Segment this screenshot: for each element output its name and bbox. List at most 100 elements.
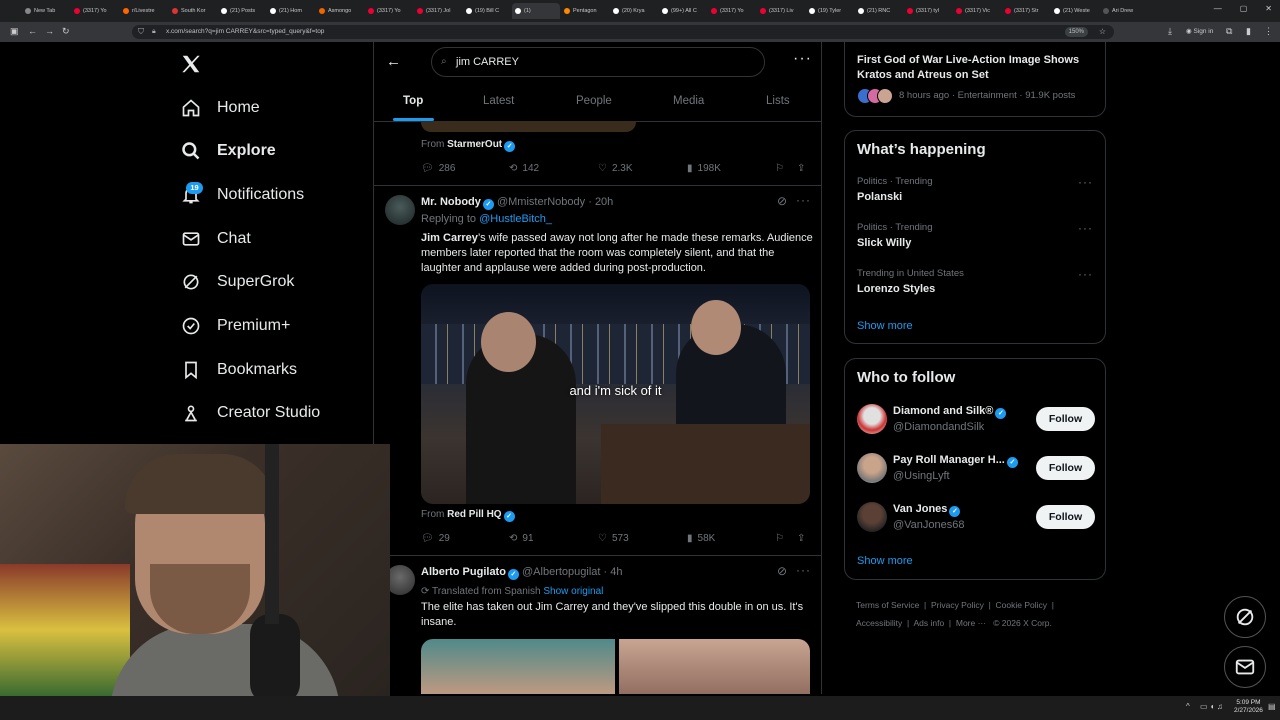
star-icon[interactable]: ☆ xyxy=(1099,25,1106,39)
bookmark-button[interactable]: ⚐ xyxy=(775,163,784,174)
replying-to-link[interactable]: @HustleBitch_ xyxy=(479,213,552,225)
url-field[interactable]: ⛉ 🔒︎ x.com/search?q=jim CARREY&src=typed… xyxy=(132,25,1114,39)
reply-button[interactable]: 💬︎ 29 xyxy=(421,533,450,544)
browser-tab[interactable]: Asmongo xyxy=(316,3,364,19)
follow-button[interactable]: Follow xyxy=(1036,505,1095,529)
browser-tab[interactable]: (21) RNC xyxy=(855,3,903,19)
author-handle[interactable]: @MmisterNobody xyxy=(497,196,585,208)
trend-item[interactable]: Politics · Trending Polanski ··· xyxy=(845,171,1105,215)
show-more-link[interactable]: Show more xyxy=(857,320,913,332)
footer-link[interactable]: Terms of Service xyxy=(856,600,919,610)
tweet-time[interactable]: · 4h xyxy=(604,566,623,578)
news-panel[interactable]: First God of War Live-Action Image Shows… xyxy=(844,42,1106,117)
browser-tab[interactable]: (3317) tyl xyxy=(904,3,952,19)
tweet-media-partial[interactable] xyxy=(421,121,636,132)
browser-tab[interactable]: (19) Tyler xyxy=(806,3,854,19)
browser-tab[interactable]: New Tab xyxy=(22,3,70,19)
bookmark-button[interactable]: ⚐ xyxy=(775,533,784,544)
download-icon[interactable]: ⤓ xyxy=(1168,26,1172,37)
browser-tab[interactable]: South Kor xyxy=(169,3,217,19)
follow-suggestion[interactable]: Van Jones ✓ @VanJones68 Follow xyxy=(845,501,1105,535)
browser-tab[interactable]: (21) Hom xyxy=(267,3,315,19)
trend-more-icon[interactable]: ··· xyxy=(1078,221,1093,235)
back-arrow-icon[interactable]: ← xyxy=(386,53,401,70)
follow-button[interactable]: Follow xyxy=(1036,407,1095,431)
source-name[interactable]: Red Pill HQ xyxy=(447,509,501,520)
tray-icons[interactable]: ▭ ◖ ♫ xyxy=(1200,702,1223,711)
menu-icon[interactable]: ⋮ xyxy=(1264,26,1273,37)
x-logo[interactable] xyxy=(180,53,202,75)
sidebar-item-home[interactable]: Home xyxy=(181,93,260,123)
messages-button[interactable] xyxy=(1224,646,1266,688)
minimize-icon[interactable]: — xyxy=(1214,4,1222,13)
forward-icon[interactable]: → xyxy=(45,26,54,36)
footer-link[interactable]: More ··· xyxy=(956,618,986,628)
maximize-icon[interactable]: ▢ xyxy=(1240,4,1248,13)
views-button[interactable]: ▮ 198K xyxy=(687,163,721,174)
browser-tab[interactable]: (20) Krya xyxy=(610,3,658,19)
sidebar-item-supergrok[interactable]: SuperGrok xyxy=(181,267,294,297)
browser-tab[interactable]: Ari Drew xyxy=(1100,3,1148,19)
sidebar-toggle-icon[interactable]: ▣ xyxy=(10,26,19,37)
reply-button[interactable]: 💬︎ 286 xyxy=(421,163,455,174)
follow-button[interactable]: Follow xyxy=(1036,456,1095,480)
browser-tab[interactable]: (3317) Vic xyxy=(953,3,1001,19)
tweet-time[interactable]: · 20h xyxy=(588,196,613,208)
grok-button[interactable] xyxy=(1224,596,1266,638)
footer-link[interactable]: Ads info xyxy=(913,618,944,628)
sidebar-item-explore[interactable]: Explore xyxy=(181,136,276,166)
browser-tab[interactable]: (99+) All C xyxy=(659,3,707,19)
browser-tab[interactable]: (3317) Yo xyxy=(708,3,756,19)
sidebar-item-premium[interactable]: Premium+ xyxy=(181,311,290,341)
zoom-indicator[interactable]: 150% xyxy=(1064,27,1088,37)
trend-more-icon[interactable]: ··· xyxy=(1078,175,1093,189)
share-button[interactable]: ⇪ xyxy=(797,533,805,544)
author-handle[interactable]: @Albertopugilat xyxy=(522,566,600,578)
sign-in-button[interactable]: ◉ Sign in xyxy=(1186,27,1213,35)
trend-more-icon[interactable]: ··· xyxy=(1078,267,1093,281)
news-title[interactable]: First God of War Live-Action Image Shows… xyxy=(857,53,1097,83)
grok-icon[interactable]: ⊘ xyxy=(777,564,787,578)
browser-tab[interactable]: Pentagon xyxy=(561,3,609,19)
tab-lists[interactable]: Lists xyxy=(766,95,790,107)
search-input[interactable]: ⌕ jim CARREY xyxy=(431,47,765,77)
show-original-link[interactable]: Show original xyxy=(543,586,603,597)
tweet-image-right[interactable] xyxy=(619,639,810,694)
like-button[interactable]: ♡ 573 xyxy=(598,533,629,544)
browser-tab[interactable]: (3317) Yo xyxy=(365,3,413,19)
share-button[interactable]: ⇪ xyxy=(797,163,805,174)
browser-tab[interactable]: r/Livestre xyxy=(120,3,168,19)
tweet-more-icon[interactable]: ··· xyxy=(796,563,811,577)
browser-tab[interactable]: (3317) Liv xyxy=(757,3,805,19)
sidebar-item-bookmarks[interactable]: Bookmarks xyxy=(181,355,297,385)
browser-tab[interactable]: (1) xyxy=(512,3,560,19)
footer-link[interactable]: Privacy Policy xyxy=(931,600,984,610)
close-window-icon[interactable]: ✕ xyxy=(1265,4,1272,13)
avatar[interactable] xyxy=(385,195,415,225)
tweet-more-icon[interactable]: ··· xyxy=(796,193,811,207)
browser-tab[interactable]: (19) Bill C xyxy=(463,3,511,19)
reload-icon[interactable]: ↻ xyxy=(62,26,70,37)
author-name[interactable]: Mr. Nobody xyxy=(421,196,481,208)
clock[interactable]: 5:09 PM 2/27/2026 xyxy=(1234,699,1263,715)
tab-top[interactable]: Top xyxy=(403,95,423,107)
browser-tab[interactable]: (21) Weste xyxy=(1051,3,1099,19)
browser-tab[interactable]: (21) Posts xyxy=(218,3,266,19)
tab-latest[interactable]: Latest xyxy=(483,95,514,107)
views-button[interactable]: ▮ 58K xyxy=(687,533,715,544)
follow-suggestion[interactable]: Diamond and Silk® ✓ @DiamondandSilk Follo… xyxy=(845,403,1105,437)
tab-people[interactable]: People xyxy=(576,95,612,107)
like-button[interactable]: ♡ 2.3K xyxy=(598,163,633,174)
notification-center-icon[interactable]: ▤ xyxy=(1268,702,1276,711)
browser-tab[interactable]: (3317) Jol xyxy=(414,3,462,19)
tray-chevron-icon[interactable]: ^ xyxy=(1186,702,1190,711)
tweet-video[interactable]: and i'm sick of it xyxy=(421,284,810,504)
grok-icon[interactable]: ⊘ xyxy=(777,194,787,208)
tweet-image-left[interactable] xyxy=(421,639,615,694)
sidebar-item-creator-studio[interactable]: Creator Studio xyxy=(181,398,320,428)
sidebar-item-chat[interactable]: Chat xyxy=(181,224,251,254)
browser-tab[interactable]: (3317) Str xyxy=(1002,3,1050,19)
back-icon[interactable]: ← xyxy=(28,26,37,36)
footer-link[interactable]: Cookie Policy xyxy=(996,600,1048,610)
trend-item[interactable]: Politics · Trending Slick Willy ··· xyxy=(845,217,1105,261)
